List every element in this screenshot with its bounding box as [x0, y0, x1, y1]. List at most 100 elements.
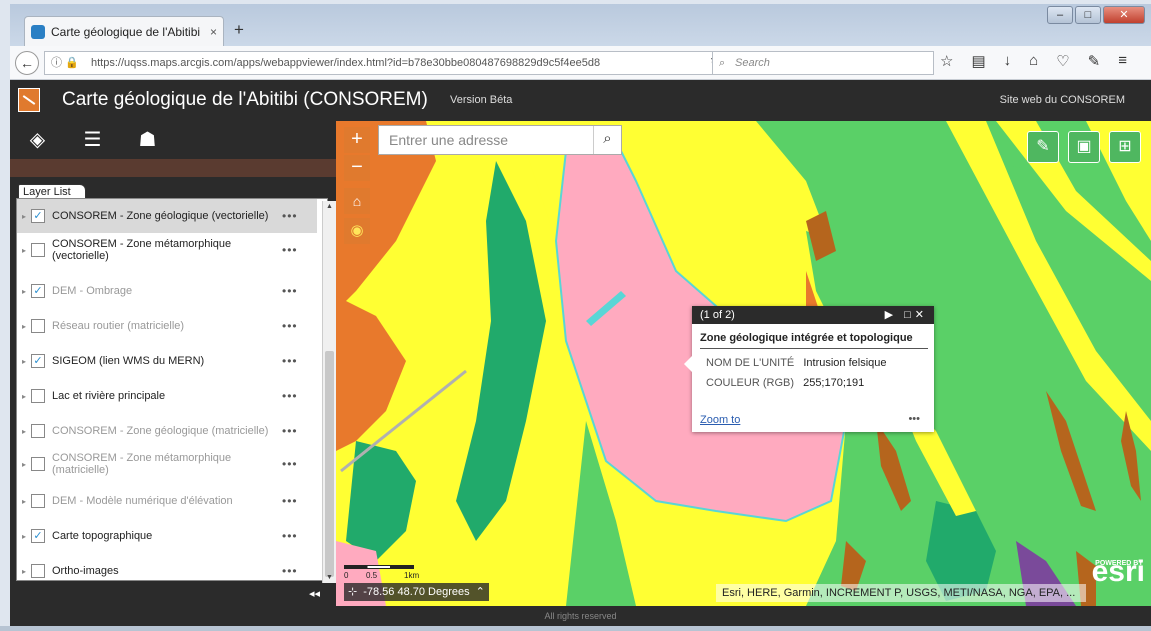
layer-options-icon[interactable]: •••: [282, 284, 298, 298]
layer-row[interactable]: ▸ CONSOREM - Zone métamorphique (matricie…: [17, 447, 317, 481]
layer-options-icon[interactable]: •••: [282, 494, 298, 508]
browser-toolbar-icons: ☆ ▤ ↓ ⌂ ♡ ✎ ≡: [940, 52, 1127, 70]
powered-by-label: POWERED BY: [1095, 560, 1143, 567]
close-window-button[interactable]: ✕: [1103, 6, 1145, 24]
expand-arrow-icon[interactable]: ▸: [17, 392, 31, 401]
site-info-icon[interactable]: ⓘ 🔒: [51, 52, 79, 74]
locate-button[interactable]: ◉: [344, 218, 370, 244]
downloads-icon[interactable]: ↓: [1004, 52, 1012, 70]
print-icon[interactable]: ▣: [1068, 131, 1100, 163]
layer-row[interactable]: ▸ CONSOREM - Zone géologique (matricielle…: [17, 414, 317, 448]
bookmark-star-icon[interactable]: ☆: [940, 52, 953, 70]
popup-more-icon[interactable]: •••: [908, 413, 920, 425]
browser-tab-bar: Carte géologique de l'Abitibi × + – □ ✕: [10, 4, 1151, 46]
expand-arrow-icon[interactable]: ▸: [17, 246, 31, 255]
layer-checkbox[interactable]: [31, 389, 45, 403]
layer-checkbox[interactable]: ✓: [31, 354, 45, 368]
expand-arrow-icon[interactable]: ▸: [17, 212, 31, 221]
layer-row[interactable]: ▸ ✓ Carte topographique •••: [17, 519, 317, 553]
panel-strip: [10, 159, 336, 177]
tab-close-icon[interactable]: ×: [210, 25, 217, 39]
layer-options-icon[interactable]: •••: [282, 424, 298, 438]
layer-options-icon[interactable]: •••: [282, 243, 298, 257]
layer-checkbox[interactable]: [31, 457, 45, 471]
layer-options-icon[interactable]: •••: [282, 389, 298, 403]
layer-options-icon[interactable]: •••: [282, 209, 298, 223]
layer-row[interactable]: ▸ ✓ DEM - Ombrage •••: [17, 274, 317, 308]
layer-row[interactable]: ▸ Lac et rivière principale •••: [17, 379, 317, 413]
layer-row[interactable]: ▸ DEM - Modèle numérique d'élévation •••: [17, 484, 317, 518]
expand-arrow-icon[interactable]: ▸: [17, 287, 31, 296]
app-version: Version Béta: [450, 94, 513, 106]
next-feature-icon[interactable]: ▶: [885, 309, 897, 321]
close-popup-icon[interactable]: ✕: [915, 309, 928, 321]
map-view[interactable]: + − ⌂ ◉ Entrer une adresse ⌕ ✎ ▣ ⊞ (1 of…: [336, 121, 1151, 606]
layer-label: SIGEOM (lien WMS du MERN): [52, 355, 205, 367]
new-tab-button[interactable]: +: [234, 20, 244, 40]
layer-checkbox[interactable]: [31, 494, 45, 508]
scroll-thumb[interactable]: [325, 351, 334, 577]
browser-search-input[interactable]: ⌕ Search: [712, 51, 934, 75]
menu-icon[interactable]: ≡: [1118, 52, 1127, 70]
layer-row[interactable]: ▸ ✓ SIGEOM (lien WMS du MERN) •••: [17, 344, 317, 378]
home-icon[interactable]: ⌂: [1029, 52, 1038, 70]
layer-checkbox[interactable]: ✓: [31, 209, 45, 223]
chevron-up-icon[interactable]: ⌃: [476, 583, 485, 601]
extension-icon[interactable]: ✎: [1088, 52, 1101, 70]
zoom-in-button[interactable]: +: [344, 127, 370, 153]
layer-row[interactable]: ▸ Réseau routier (matricielle) •••: [17, 309, 317, 343]
maximize-popup-icon[interactable]: □: [904, 309, 915, 321]
layer-checkbox[interactable]: ✓: [31, 284, 45, 298]
popup-header: (1 of 2) ▶ □✕: [692, 306, 934, 324]
browser-tab[interactable]: Carte géologique de l'Abitibi ×: [24, 16, 224, 46]
zoom-out-button[interactable]: −: [344, 155, 370, 181]
measure-icon[interactable]: ✎: [1027, 131, 1059, 163]
scroll-down-icon[interactable]: ▼: [326, 574, 333, 581]
expand-arrow-icon[interactable]: ▸: [17, 427, 31, 436]
expand-arrow-icon[interactable]: ▸: [17, 567, 31, 576]
layer-list-scrollbar[interactable]: ▲ ▼: [322, 201, 336, 583]
layer-options-icon[interactable]: •••: [282, 354, 298, 368]
expand-arrow-icon[interactable]: ▸: [17, 497, 31, 506]
basemap-icon[interactable]: ☗: [120, 121, 175, 159]
layer-checkbox[interactable]: [31, 424, 45, 438]
back-button[interactable]: ←: [15, 51, 39, 75]
layer-checkbox[interactable]: [31, 243, 45, 257]
layer-row[interactable]: ▸ ✓ CONSOREM - Zone géologique (vectoriell…: [17, 199, 317, 233]
address-bar[interactable]: ⓘ 🔒 https://uqss.maps.arcgis.com/apps/we…: [44, 51, 728, 75]
layer-options-icon[interactable]: •••: [282, 529, 298, 543]
crosshair-icon[interactable]: ⊹: [348, 583, 357, 601]
collapse-panel-button[interactable]: ◂◂: [309, 587, 320, 600]
expand-arrow-icon[interactable]: ▸: [17, 322, 31, 331]
layer-checkbox[interactable]: ✓: [31, 529, 45, 543]
swipe-icon[interactable]: ⊞: [1109, 131, 1141, 163]
scale-label: 1km: [404, 571, 420, 580]
minimize-button[interactable]: –: [1047, 6, 1073, 24]
search-button[interactable]: ⌕: [593, 126, 621, 154]
maximize-button[interactable]: □: [1075, 6, 1101, 24]
layer-options-icon[interactable]: •••: [282, 457, 298, 471]
address-search-input[interactable]: Entrer une adresse ⌕: [378, 125, 622, 155]
search-icon: ⌕: [719, 57, 726, 69]
scroll-up-icon[interactable]: ▲: [326, 203, 333, 210]
layer-checkbox[interactable]: [31, 564, 45, 578]
expand-arrow-icon[interactable]: ▸: [17, 357, 31, 366]
zoom-to-link[interactable]: Zoom to: [700, 414, 740, 426]
reading-list-icon[interactable]: ▤: [971, 52, 985, 70]
layer-row[interactable]: ▸ CONSOREM - Zone métamorphique (vectorie…: [17, 233, 317, 267]
layer-options-icon[interactable]: •••: [282, 319, 298, 333]
legend-icon[interactable]: ☰: [65, 121, 120, 159]
home-button[interactable]: ⌂: [344, 188, 370, 214]
site-link[interactable]: Site web du CONSOREM: [1000, 94, 1125, 106]
layer-checkbox[interactable]: [31, 319, 45, 333]
layers-icon[interactable]: ◈: [10, 121, 65, 159]
layer-row[interactable]: ▸ Ortho-images •••: [17, 554, 317, 580]
expand-arrow-icon[interactable]: ▸: [17, 460, 31, 469]
scale-bar: [344, 565, 414, 569]
expand-arrow-icon[interactable]: ▸: [17, 532, 31, 541]
app-title: Carte géologique de l'Abitibi (CONSOREM): [62, 89, 428, 110]
layer-options-icon[interactable]: •••: [282, 564, 298, 578]
pocket-icon[interactable]: ♡: [1056, 52, 1069, 70]
app-logo: [18, 88, 40, 112]
layer-label: CONSOREM - Zone géologique (matricielle): [52, 425, 269, 437]
